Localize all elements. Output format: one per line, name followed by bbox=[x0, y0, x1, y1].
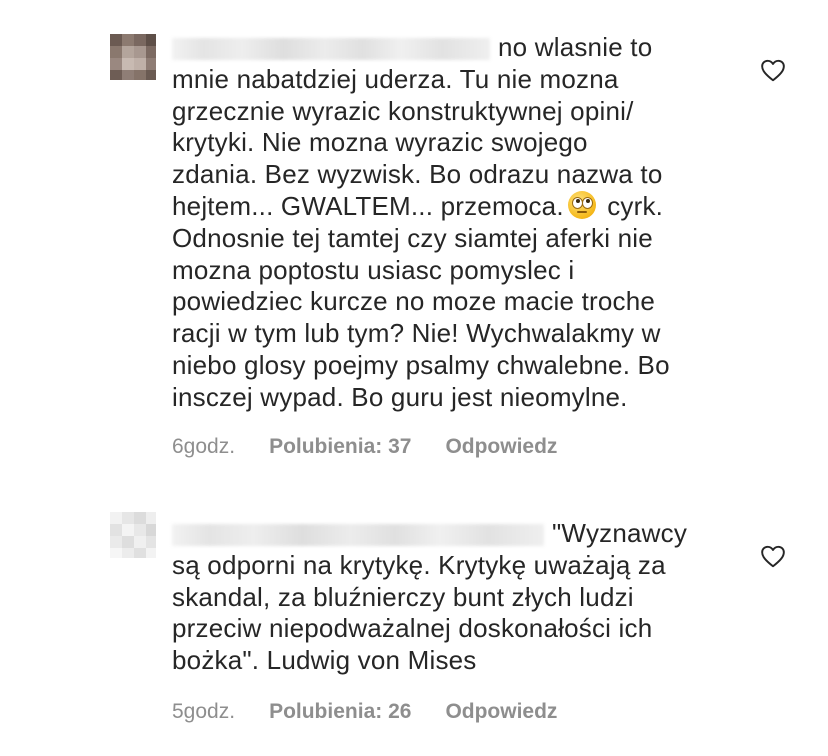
likes-count-button[interactable]: Polubienia: 37 bbox=[269, 435, 411, 459]
comment-text: "Wyznawcy są odporni na krytykę. Krytykę… bbox=[172, 518, 732, 677]
comment-text: no wlasnie to mnie nabatdziej uderza. Tu… bbox=[172, 32, 732, 414]
heart-outline-icon[interactable] bbox=[760, 544, 786, 568]
comment-2: "Wyznawcy są odporni na krytykę. Krytykę… bbox=[0, 500, 828, 756]
comment-text-part-2: cyrk. Odnosnie tej tamtej czy siamtej af… bbox=[172, 190, 670, 412]
heart-outline-icon[interactable] bbox=[760, 58, 786, 82]
comment-time[interactable]: 5godz. bbox=[172, 700, 235, 724]
avatar[interactable] bbox=[110, 512, 156, 558]
rolling-eyes-emoji-icon bbox=[567, 190, 596, 219]
comment-time[interactable]: 6godz. bbox=[172, 435, 235, 459]
avatar[interactable] bbox=[110, 34, 156, 80]
comment-meta: 5godz. Polubienia: 26 Odpowiedz bbox=[172, 700, 557, 724]
reply-button[interactable]: Odpowiedz bbox=[445, 435, 557, 459]
username-redacted[interactable] bbox=[172, 524, 544, 547]
comment-1: no wlasnie to mnie nabatdziej uderza. Tu… bbox=[0, 0, 828, 480]
comment-meta: 6godz. Polubienia: 37 Odpowiedz bbox=[172, 435, 557, 459]
username-redacted[interactable] bbox=[172, 38, 490, 61]
likes-count-button[interactable]: Polubienia: 26 bbox=[269, 700, 411, 724]
reply-button[interactable]: Odpowiedz bbox=[445, 700, 557, 724]
